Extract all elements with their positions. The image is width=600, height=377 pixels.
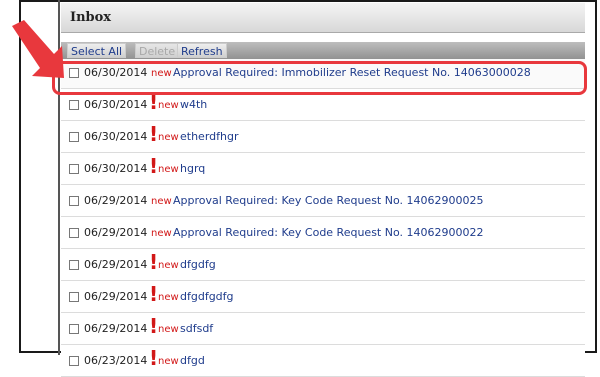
list-item[interactable]: 06/30/2014! new etherdfhgr <box>61 123 585 153</box>
message-checkbox[interactable] <box>69 356 79 366</box>
new-badge: new <box>158 100 179 111</box>
message-date: 06/29/2014 <box>84 322 148 335</box>
priority-flag-icon: ! <box>149 250 159 274</box>
priority-flag-icon: ! <box>149 314 159 338</box>
annotation-highlight-ring <box>52 61 587 95</box>
message-checkbox[interactable] <box>69 228 79 238</box>
list-item[interactable]: 06/29/2014! new sdfsdf <box>61 315 585 345</box>
list-item[interactable]: 06/29/2014! new dfgdfg <box>61 251 585 281</box>
message-subject-link[interactable]: Approval Required: Key Code Request No. … <box>173 226 483 239</box>
delete-button[interactable]: Delete <box>135 43 180 58</box>
inbox-header: Inbox <box>61 3 585 33</box>
message-checkbox[interactable] <box>69 260 79 270</box>
inbox-pane: Inbox Select All Delete Refresh 06/30/20… <box>61 3 585 377</box>
message-checkbox[interactable] <box>69 324 79 334</box>
priority-flag-icon: ! <box>149 154 159 178</box>
message-date: 06/29/2014 <box>84 194 148 207</box>
message-checkbox[interactable] <box>69 132 79 142</box>
priority-flag-icon: ! <box>149 346 159 370</box>
new-badge: new <box>158 292 179 303</box>
message-checkbox[interactable] <box>69 196 79 206</box>
new-badge: new <box>151 196 172 207</box>
message-date: 06/29/2014 <box>84 258 148 271</box>
message-subject-link[interactable]: w4th <box>180 98 207 111</box>
new-badge: new <box>158 324 179 335</box>
new-badge: new <box>158 356 179 367</box>
annotation-arrow-icon <box>12 20 64 78</box>
message-subject-link[interactable]: dfgdfg <box>180 258 216 271</box>
message-checkbox[interactable] <box>69 100 79 110</box>
list-item[interactable]: 06/29/2014! new dfgdfgdfg <box>61 283 585 313</box>
select-all-button[interactable]: Select All <box>67 43 127 58</box>
message-subject-link[interactable]: dfgd <box>180 354 205 367</box>
new-badge: new <box>158 260 179 271</box>
message-date: 06/30/2014 <box>84 162 148 175</box>
message-checkbox[interactable] <box>69 164 79 174</box>
list-item[interactable]: 06/23/2014! new dfgd <box>61 347 585 377</box>
message-date: 06/23/2014 <box>84 354 148 367</box>
message-subject-link[interactable]: Approval Required: Key Code Request No. … <box>173 194 483 207</box>
inbox-title: Inbox <box>70 10 112 25</box>
list-item[interactable]: 06/29/2014 new Approval Required: Key Code… <box>61 187 585 217</box>
new-badge: new <box>158 132 179 143</box>
refresh-button[interactable]: Refresh <box>177 43 227 58</box>
list-item[interactable]: 06/30/2014! new w4th <box>61 91 585 121</box>
inbox-toolbar: Select All Delete Refresh <box>61 42 585 60</box>
priority-flag-icon: ! <box>149 122 159 146</box>
list-item[interactable]: 06/29/2014 new Approval Required: Key Code… <box>61 219 585 249</box>
list-item[interactable]: 06/30/2014! new hgrq <box>61 155 585 185</box>
message-subject-link[interactable]: hgrq <box>180 162 205 175</box>
message-date: 06/30/2014 <box>84 98 148 111</box>
message-checkbox[interactable] <box>69 292 79 302</box>
message-subject-link[interactable]: sdfsdf <box>180 322 213 335</box>
priority-flag-icon: ! <box>149 90 159 114</box>
message-date: 06/30/2014 <box>84 130 148 143</box>
message-subject-link[interactable]: dfgdfgdfg <box>180 290 234 303</box>
message-date: 06/29/2014 <box>84 290 148 303</box>
message-date: 06/29/2014 <box>84 226 148 239</box>
new-badge: new <box>151 228 172 239</box>
priority-flag-icon: ! <box>149 282 159 306</box>
new-badge: new <box>158 164 179 175</box>
message-subject-link[interactable]: etherdfhgr <box>180 130 238 143</box>
